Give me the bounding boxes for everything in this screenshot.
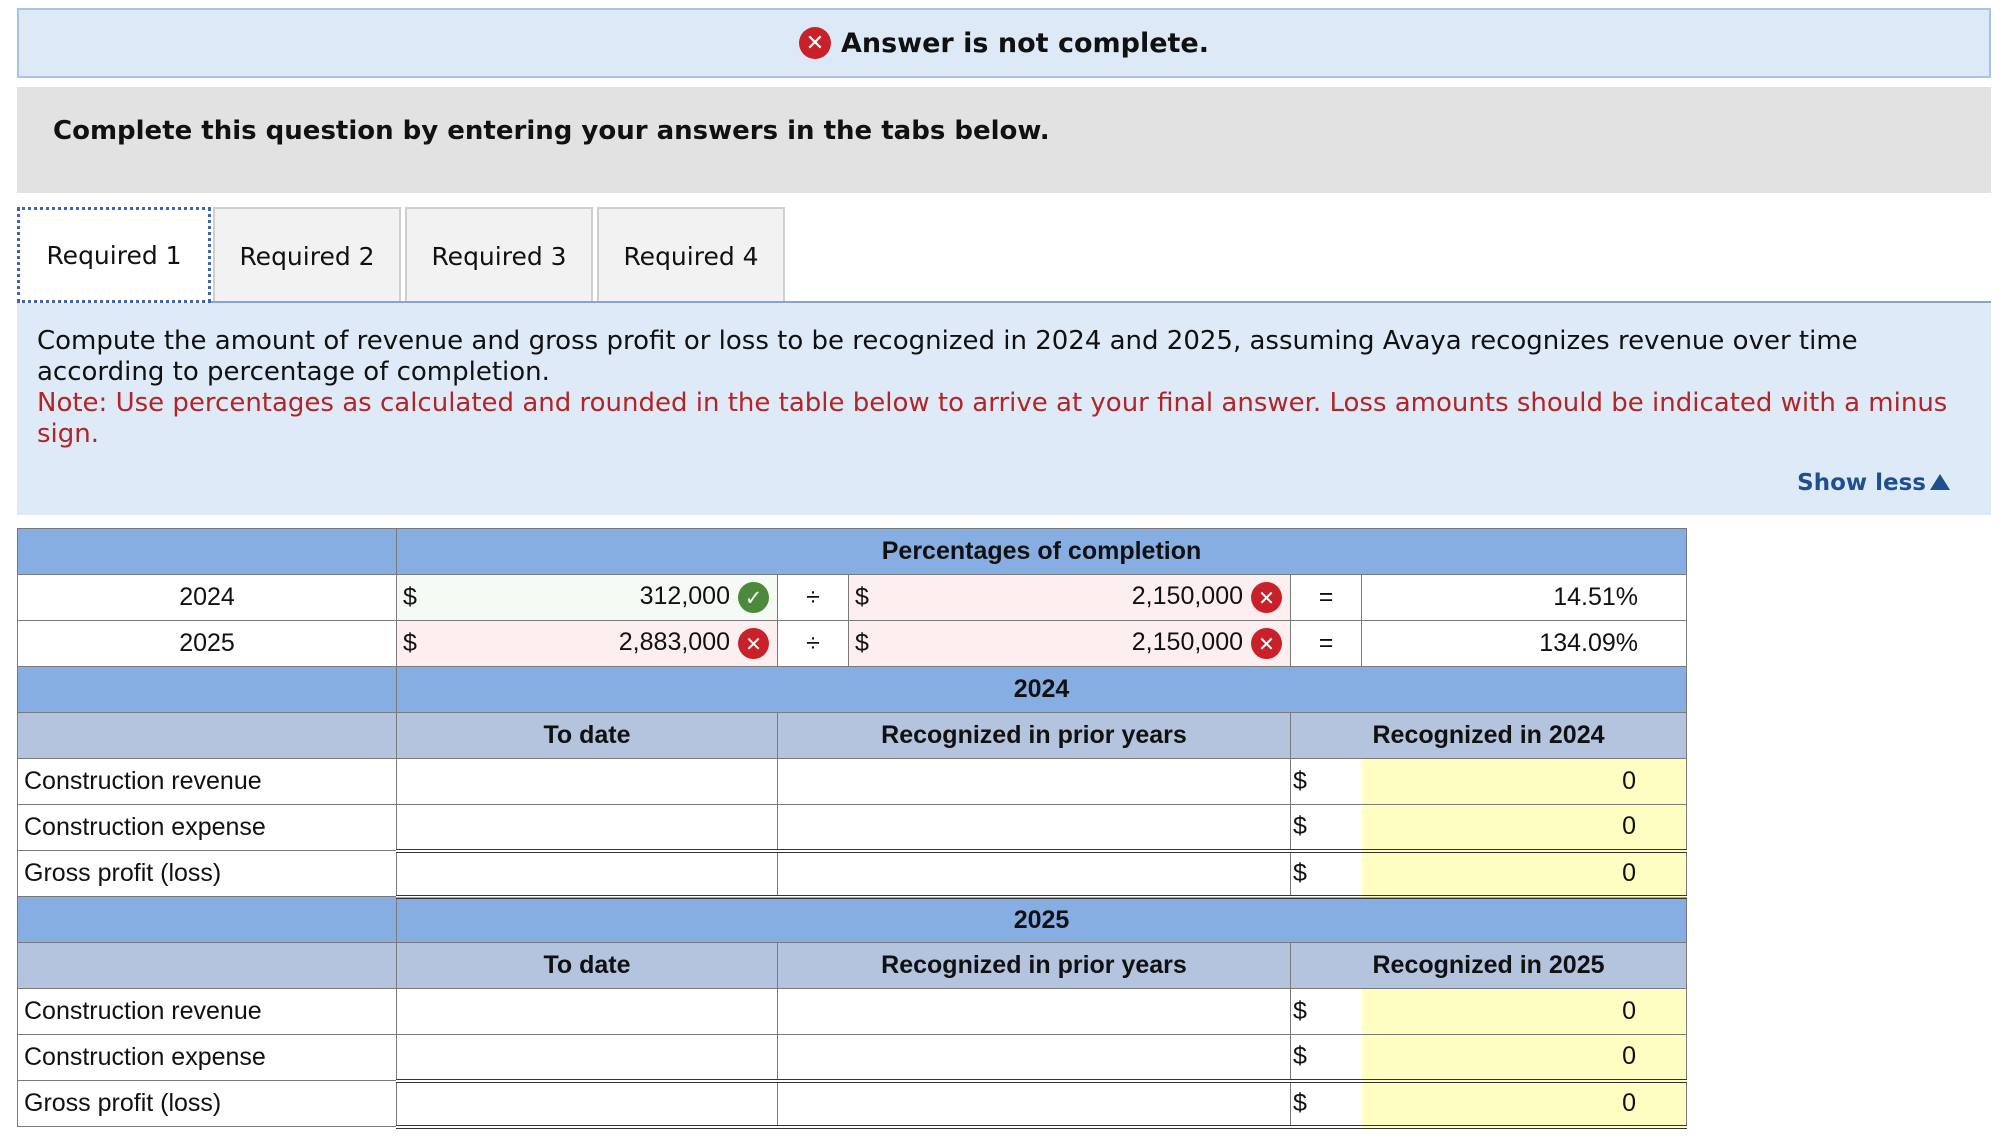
- col-recognized-current: Recognized in 2024: [1290, 712, 1687, 759]
- table-row: Gross profit (loss) $ 0: [17, 850, 1687, 899]
- recognized-value: 0: [1361, 758, 1687, 805]
- x-circle-icon: ✕: [798, 27, 831, 59]
- section-year-header: 2025: [396, 896, 1687, 943]
- table-row: Construction revenue $ 0: [17, 758, 1687, 805]
- to-date-input[interactable]: [396, 1080, 778, 1129]
- recognized-value: 0: [1361, 1080, 1687, 1129]
- prior-years-input[interactable]: [777, 1080, 1291, 1129]
- prior-years-input[interactable]: [777, 1034, 1291, 1083]
- row-label: Construction revenue: [17, 988, 397, 1035]
- recognized-value: 0: [1361, 1034, 1687, 1083]
- denominator-value: 2,150,000: [1131, 582, 1243, 611]
- table-row: Gross profit (loss) $ 0: [17, 1080, 1687, 1129]
- dollar-sign: $: [1290, 988, 1362, 1035]
- recognized-value: 0: [1361, 804, 1687, 853]
- dollar-sign: $: [1290, 1034, 1362, 1083]
- x-circle-icon: ✕: [1251, 628, 1282, 659]
- col-prior-years: Recognized in prior years: [777, 942, 1291, 989]
- pct-header-blank: [17, 528, 397, 575]
- denominator-value: 2,150,000: [1131, 628, 1243, 657]
- col-prior-years: Recognized in prior years: [777, 712, 1291, 759]
- answer-table: Percentages of completion 2024 $ 312,000…: [17, 528, 1687, 1129]
- recognized-value: 0: [1361, 988, 1687, 1035]
- dollar-sign: $: [396, 574, 419, 621]
- divide-sign: ÷: [777, 574, 849, 621]
- pct-row-year: 2025: [17, 620, 397, 667]
- table-row: Construction expense $ 0: [17, 804, 1687, 853]
- numerator-input[interactable]: 2,883,000 ✕: [418, 620, 778, 667]
- prior-years-input[interactable]: [777, 758, 1291, 805]
- row-label: Construction revenue: [17, 758, 397, 805]
- status-text: Answer is not complete.: [840, 27, 1210, 59]
- prompt-note: Note: Use percentages as calculated and …: [37, 388, 1948, 449]
- to-date-input[interactable]: [396, 758, 778, 805]
- check-icon: ✓: [738, 582, 769, 613]
- section-header-blank: [17, 896, 397, 943]
- to-date-input[interactable]: [396, 988, 778, 1035]
- row-label: Gross profit (loss): [17, 1080, 397, 1127]
- show-less-label: Show less: [1797, 470, 1926, 496]
- numerator-value: 2,883,000: [618, 628, 730, 657]
- table-row: Construction revenue $ 0: [17, 988, 1687, 1035]
- tab-required-1[interactable]: Required 1: [17, 207, 211, 303]
- to-date-input[interactable]: [396, 804, 778, 853]
- col-recognized-current: Recognized in 2025: [1290, 942, 1687, 989]
- dollar-sign: $: [848, 620, 871, 667]
- denominator-input[interactable]: 2,150,000 ✕: [870, 620, 1291, 667]
- recognized-value: 0: [1361, 850, 1687, 899]
- table-row: 2024 $ 312,000 ✓ ÷ $ 2,150,000 ✕ = 14.51%: [17, 574, 1687, 621]
- pct-row-year: 2024: [17, 574, 397, 621]
- to-date-input[interactable]: [396, 850, 778, 899]
- pct-header: Percentages of completion: [396, 528, 1687, 575]
- numerator-value: 312,000: [639, 582, 730, 611]
- tab-required-4[interactable]: Required 4: [597, 207, 785, 303]
- dollar-sign: $: [1290, 850, 1362, 899]
- dollar-sign: $: [848, 574, 871, 621]
- pct-result: 14.51%: [1361, 574, 1687, 621]
- to-date-input[interactable]: [396, 1034, 778, 1083]
- x-circle-icon: ✕: [1251, 582, 1282, 613]
- dollar-sign: $: [396, 620, 419, 667]
- section-header-blank: [17, 666, 397, 713]
- row-label: Construction expense: [17, 804, 397, 851]
- section-year-header: 2024: [396, 666, 1687, 713]
- dollar-sign: $: [1290, 804, 1362, 853]
- dollar-sign: $: [1290, 758, 1362, 805]
- col-to-date: To date: [396, 942, 778, 989]
- row-label: Construction expense: [17, 1034, 397, 1081]
- show-less-link[interactable]: Show less: [1797, 470, 1950, 496]
- question-prompt: Compute the amount of revenue and gross …: [17, 303, 1991, 515]
- col-to-date: To date: [396, 712, 778, 759]
- pct-result: 134.09%: [1361, 620, 1687, 667]
- numerator-input[interactable]: 312,000 ✓: [418, 574, 778, 621]
- instructions: Complete this question by entering your …: [17, 87, 1991, 193]
- equals-sign: =: [1290, 620, 1362, 667]
- equals-sign: =: [1290, 574, 1362, 621]
- table-row: Construction expense $ 0: [17, 1034, 1687, 1083]
- status-banner: ✕ Answer is not complete.: [17, 8, 1991, 78]
- denominator-input[interactable]: 2,150,000 ✕: [870, 574, 1291, 621]
- prior-years-input[interactable]: [777, 988, 1291, 1035]
- dollar-sign: $: [1290, 1080, 1362, 1129]
- tab-required-3[interactable]: Required 3: [405, 207, 593, 303]
- divide-sign: ÷: [777, 620, 849, 667]
- prompt-text: Compute the amount of revenue and gross …: [37, 326, 1858, 387]
- prior-years-input[interactable]: [777, 850, 1291, 899]
- row-label: Gross profit (loss): [17, 850, 397, 897]
- subheader-blank: [17, 712, 397, 759]
- prior-years-input[interactable]: [777, 804, 1291, 853]
- tab-required-2[interactable]: Required 2: [213, 207, 401, 303]
- subheader-blank: [17, 942, 397, 989]
- table-row: 2025 $ 2,883,000 ✕ ÷ $ 2,150,000 ✕ = 134.0…: [17, 620, 1687, 667]
- x-circle-icon: ✕: [738, 628, 769, 659]
- triangle-up-icon: [1930, 474, 1950, 490]
